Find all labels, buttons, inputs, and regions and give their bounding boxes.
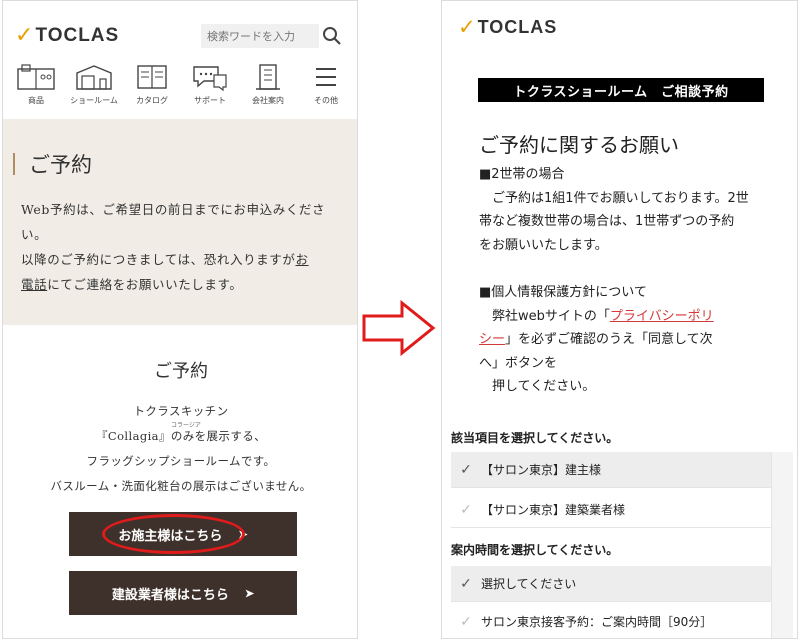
logo-text: TOCLAS [477,16,558,37]
desc-line: トクラスキッチン [133,404,229,418]
phone-link[interactable]: お [295,252,308,267]
arrow-right-icon: ➤ [244,586,255,600]
title-accent-bar [13,153,15,175]
nav-item-support[interactable]: サポート [182,63,238,113]
notice-line: 電話にてご連絡をお願いいたします。 [21,272,351,297]
section-title: ご予約 [154,361,208,382]
toclas-logo[interactable]: ✓ TOCLAS [15,23,119,48]
notice-subtitle: ■2世帯の場合 [479,167,565,182]
nav-label: ショールーム [70,96,118,105]
mobile-reservation-page: ✓ TOCLAS 商品 [2,0,358,639]
check-icon: ✓ [460,613,472,630]
notice-line: Web予約は、ご希望日の前日までにお申込みくださ [21,202,326,217]
notice-line: 帯など複数世帯の場合は、1世帯ずつの予約 [479,214,735,229]
notice-text: 弊社webサイトの「 [479,308,610,324]
main-nav: 商品 ショールーム カタログ サポート 会社案内 その他 [3,63,357,113]
nav-item-other[interactable]: その他 [298,63,354,113]
notice-line: シー」を必ずご確認のうえ「同意して次 [479,328,795,352]
notice-text: 以降のご予約につきましては、恐れ入りますが [21,252,296,267]
catalog-icon [137,65,167,89]
notice-line: い。 [21,227,48,242]
owner-button-label: お施主様はこちら [118,528,223,544]
phone-link[interactable]: 電話 [21,277,47,292]
option-select-placeholder[interactable]: ✓ 選択してください [451,566,771,602]
option-label: 選択してください [481,577,577,591]
desc-line: 『Collagia』のみを展示する、 [95,429,267,443]
showroom-icon [76,65,112,90]
nav-label: 商品 [28,96,44,105]
option-salon-tokyo-builder[interactable]: ✓ 【サロン東京】建築業者様 [451,492,771,528]
check-icon: ✓ [460,461,472,478]
notice-line: 押してください。 [479,379,596,394]
desc-line: フラッグシップショールームです。 [86,454,276,468]
option-label: 【サロン東京】建主様 [481,463,602,477]
nav-item-catalog[interactable]: カタログ [124,63,180,113]
check-icon: ✓ [460,575,472,592]
notice-line: 以降のご予約につきましては、恐れ入りますがお [21,247,351,272]
option-salon-tokyo-owner[interactable]: ✓ 【サロン東京】建主様 [451,452,771,488]
arrow-right-icon: ➤ [238,527,248,541]
support-icon [193,66,227,91]
toclas-logo[interactable]: ✓ TOCLAS [458,15,557,39]
option-90min-session[interactable]: ✓ サロン東京接客予約：ご案内時間［90分］ [451,604,771,638]
desc-line: バスルーム・洗面化粧台の展示はございません。 [50,479,312,493]
builder-button[interactable]: 建設業者様はこちら ➤ [69,571,297,615]
search-input[interactable] [201,24,319,48]
nav-label: 会社案内 [252,96,284,105]
booking-form-page: ✓ TOCLAS トクラスショールーム ご相談予約 ご予約に関するお願い ■2世… [441,0,798,639]
site-header: ✓ TOCLAS 商品 [3,1,357,119]
notice-subtitle: ■個人情報保護方針について [479,285,647,300]
notice-line: へ」ボタンを [479,355,558,371]
builder-button-label: 建設業者様はこちら [111,587,229,603]
logo-text: TOCLAS [35,24,120,46]
owner-button[interactable]: お施主様はこちら ➤ [69,512,297,556]
showroom-description: トクラスキッチン 『Collagia』のみを展示する、 フラッグシップショールー… [3,399,357,499]
nav-item-showroom[interactable]: ショールーム [66,63,122,113]
company-icon [256,64,280,90]
notice-line: 弊社webサイトの「プライバシーポリ [479,305,795,329]
notice-text: 」を必ずご確認のうえ「同意して次 [505,332,713,347]
notice-line: をお願いいたします。 [479,237,608,253]
check-icon: ✓ [460,501,472,518]
nav-item-products[interactable]: 商品 [8,63,64,113]
notice-body: ■2世帯の場合 ご予約は1組1件でお願いしております。2世 帯など複数世帯の場合… [479,163,795,399]
reservation-notice: Web予約は、ご希望日の前日までにお申込みくださ い。 以降のご予約につきまして… [21,197,351,297]
privacy-policy-link[interactable]: シー [479,332,505,347]
search-icon[interactable] [321,25,343,47]
nav-label: カタログ [136,96,168,105]
logo-check-icon: ✓ [458,15,476,39]
menu-icon [316,68,336,86]
nav-label: その他 [314,96,338,105]
transition-arrow-icon [362,300,436,356]
notice-line: ご予約は1組1件でお願いしております。2世 [479,190,749,206]
privacy-policy-link[interactable]: プライバシーポリ [610,309,714,324]
notice-heading: ご予約に関するお願い [479,133,679,157]
booking-banner: トクラスショールーム ご相談予約 [478,78,764,102]
category-select-label: 該当項目を選択してください。 [451,431,619,445]
logo-check-icon: ✓ [15,23,34,48]
option-label: サロン東京接客予約：ご案内時間［90分］ [481,615,713,629]
nav-label: サポート [194,96,226,105]
notice-text: にてご連絡をお願いいたします。 [47,277,243,292]
page-title: ご予約 [29,153,92,177]
options-scrollbar[interactable] [771,452,793,638]
nav-item-company[interactable]: 会社案内 [240,63,296,113]
time-select-label: 案内時間を選択してください。 [451,543,619,557]
kitchen-icon [17,64,55,90]
option-label: 【サロン東京】建築業者様 [481,503,626,517]
